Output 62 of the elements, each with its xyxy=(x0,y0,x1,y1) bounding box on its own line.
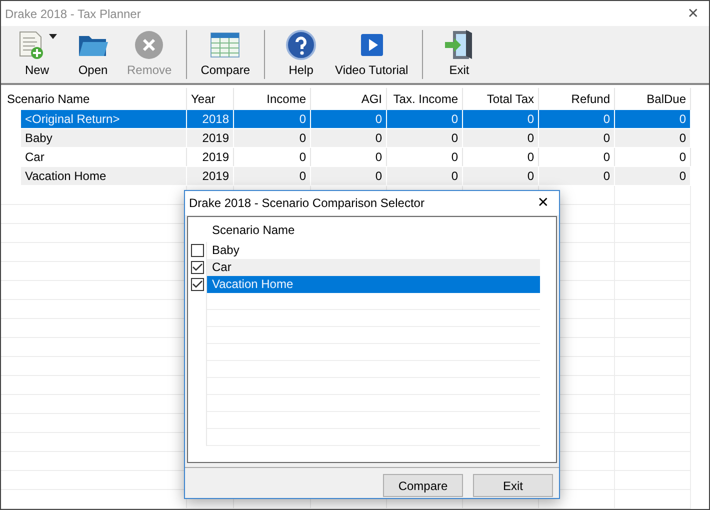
table-cell: Car xyxy=(21,148,187,166)
toolbar-button[interactable]: Video Tutorial xyxy=(329,26,414,83)
table-row[interactable]: Baby 2019 0 0 0 0 0 0 xyxy=(21,129,691,147)
table-cell: 0 xyxy=(311,148,387,166)
table-cell: Vacation Home xyxy=(21,167,187,185)
table-cell: 0 xyxy=(234,129,311,147)
toolbar-button[interactable]: Compare xyxy=(194,26,256,83)
spreadsheet-icon xyxy=(210,32,240,58)
checkbox[interactable] xyxy=(190,244,204,257)
exit-door-icon xyxy=(444,28,474,60)
list-row[interactable]: Baby xyxy=(207,242,540,259)
table-cell: 0 xyxy=(463,167,539,185)
table-cell: 0 xyxy=(463,129,539,147)
table-cell: 0 xyxy=(615,110,691,128)
table-cell: 0 xyxy=(311,167,387,185)
list-item[interactable]: Car xyxy=(207,259,232,276)
table-cell: 0 xyxy=(387,167,463,185)
column-header[interactable]: Scenario Name xyxy=(207,222,295,236)
toolbar-button[interactable]: Open xyxy=(65,26,121,83)
table-cell: 0 xyxy=(387,110,463,128)
table-cell: 0 xyxy=(615,148,691,166)
help-icon xyxy=(286,30,316,60)
table-cell: 0 xyxy=(311,129,387,147)
table-cell: 0 xyxy=(615,129,691,147)
table-cell: 2019 xyxy=(187,148,234,166)
table-cell: 2018 xyxy=(187,110,234,128)
close-button[interactable]: ✕ xyxy=(677,6,709,22)
table-cell: 0 xyxy=(539,129,615,147)
table-cell: 0 xyxy=(539,110,615,128)
list-row[interactable]: Car xyxy=(207,259,540,276)
table-cell: 0 xyxy=(311,110,387,128)
close-button[interactable]: ✕ xyxy=(527,195,559,211)
toolbar-button[interactable]: New xyxy=(9,26,65,83)
list-row[interactable]: Vacation Home xyxy=(207,276,540,293)
dialog-button[interactable]: Compare xyxy=(383,474,463,497)
table-cell: 0 xyxy=(615,167,691,185)
table-cell: 0 xyxy=(539,148,615,166)
table-cell: 0 xyxy=(387,148,463,166)
dialog-title: Drake 2018 - Scenario Comparison Selector xyxy=(189,196,424,210)
table-cell: <Original Return> xyxy=(21,110,187,128)
checkbox[interactable] xyxy=(190,261,204,274)
table-cell: 0 xyxy=(234,110,311,128)
table-cell: 0 xyxy=(234,148,311,166)
table-cell: 2019 xyxy=(187,167,234,185)
toolbar-button[interactable]: Help xyxy=(273,26,330,83)
checkbox[interactable] xyxy=(190,278,204,291)
table-cell: 0 xyxy=(539,167,615,185)
table-cell: 0 xyxy=(234,167,311,185)
toolbar-button[interactable]: Exit xyxy=(431,26,488,83)
table-cell: 0 xyxy=(463,110,539,128)
table-cell: 0 xyxy=(463,148,539,166)
list-item[interactable]: Vacation Home xyxy=(207,276,294,293)
table-cell: 2019 xyxy=(187,129,234,147)
table-row[interactable]: <Original Return> 2018 0 0 0 0 0 0 xyxy=(21,110,691,128)
play-icon xyxy=(360,34,383,56)
dialog-button[interactable]: Exit xyxy=(473,474,553,497)
list-item[interactable]: Baby xyxy=(207,242,240,259)
table-cell: 0 xyxy=(387,129,463,147)
remove-icon xyxy=(134,30,164,60)
table-cell: Baby xyxy=(21,129,187,147)
table-row[interactable]: Vacation Home 2019 0 0 0 0 0 0 xyxy=(21,167,691,185)
window-title: Drake 2018 - Tax Planner xyxy=(5,6,141,20)
